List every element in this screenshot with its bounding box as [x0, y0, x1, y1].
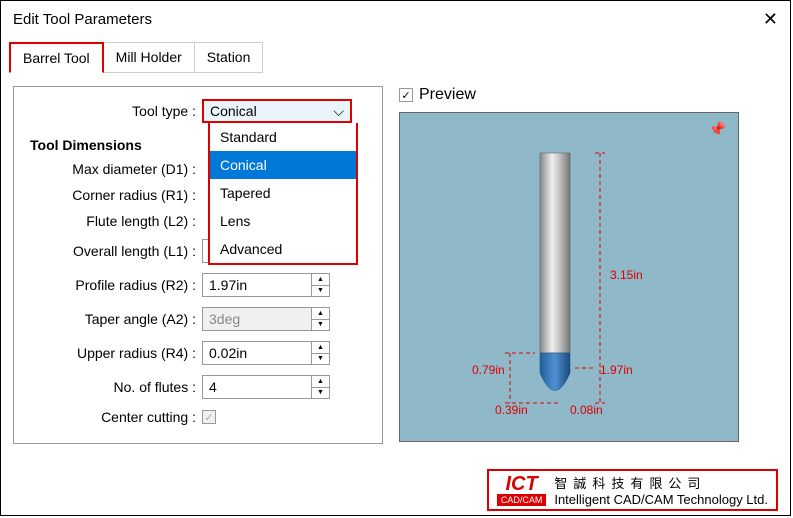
- option-advanced[interactable]: Advanced: [210, 235, 356, 263]
- flute-length-label: Flute length (L2) :: [22, 213, 202, 229]
- up-icon[interactable]: ▲: [312, 274, 329, 286]
- taper-angle-label: Taper angle (A2) :: [22, 311, 202, 327]
- preview-toggle-row: ✓ Preview: [399, 86, 778, 104]
- parameters-panel: Tool type : Conical ⌵ Standard Conical T…: [13, 86, 383, 444]
- logo-watermark: ICT CAD/CAM 智誠科技有限公司 Intelligent CAD/CAM…: [487, 469, 778, 511]
- window-title: Edit Tool Parameters: [13, 11, 152, 28]
- tab-station[interactable]: Station: [194, 42, 264, 73]
- tab-mill-holder[interactable]: Mill Holder: [103, 42, 195, 73]
- profile-radius-spinner[interactable]: ▲▼: [312, 273, 330, 297]
- tool-preview-svg: [400, 113, 740, 443]
- close-icon[interactable]: ✕: [763, 9, 778, 30]
- center-cutting-row: Center cutting : ✓: [22, 409, 374, 425]
- dim-lower2: 0.08in: [570, 403, 603, 417]
- dim-profile: 1.97in: [600, 363, 633, 377]
- up-icon[interactable]: ▲: [312, 342, 329, 354]
- tool-type-label: Tool type :: [22, 103, 202, 119]
- option-tapered[interactable]: Tapered: [210, 179, 356, 207]
- dim-height: 3.15in: [610, 268, 643, 282]
- content-area: Tool type : Conical ⌵ Standard Conical T…: [1, 78, 790, 452]
- logo-ict: ICT: [505, 474, 537, 494]
- upper-radius-spinner[interactable]: ▲▼: [312, 341, 330, 365]
- tool-type-row: Tool type : Conical ⌵ Standard Conical T…: [22, 99, 374, 123]
- preview-viewport[interactable]: 📌: [399, 112, 739, 442]
- overall-length-label: Overall length (L1) :: [22, 243, 202, 259]
- no-flutes-row: No. of flutes : ▲▼: [22, 375, 374, 399]
- option-standard[interactable]: Standard: [210, 123, 356, 151]
- upper-radius-input[interactable]: [202, 341, 312, 365]
- no-flutes-input[interactable]: [202, 375, 312, 399]
- down-icon[interactable]: ▼: [312, 320, 329, 331]
- option-conical[interactable]: Conical: [210, 151, 356, 179]
- logo-cn: 智誠科技有限公司: [554, 473, 768, 492]
- preview-checkbox[interactable]: ✓: [399, 88, 413, 102]
- up-icon[interactable]: ▲: [312, 376, 329, 388]
- center-cutting-checkbox: ✓: [202, 410, 216, 424]
- no-flutes-label: No. of flutes :: [22, 379, 202, 395]
- titlebar: Edit Tool Parameters ✕: [1, 1, 790, 38]
- dialog-window: Edit Tool Parameters ✕ Barrel Tool Mill …: [0, 0, 791, 516]
- option-lens[interactable]: Lens: [210, 207, 356, 235]
- logo-en: Intelligent CAD/CAM Technology Ltd.: [554, 492, 768, 507]
- dim-lower1: 0.39in: [495, 403, 528, 417]
- profile-radius-input[interactable]: [202, 273, 312, 297]
- down-icon[interactable]: ▼: [312, 286, 329, 297]
- tool-type-options: Standard Conical Tapered Lens Advanced: [208, 123, 358, 265]
- chevron-down-icon: ⌵: [333, 103, 344, 120]
- down-icon[interactable]: ▼: [312, 354, 329, 365]
- taper-angle-spinner[interactable]: ▲▼: [312, 307, 330, 331]
- profile-radius-label: Profile radius (R2) :: [22, 277, 202, 293]
- upper-radius-row: Upper radius (R4) : ▲▼: [22, 341, 374, 365]
- no-flutes-spinner[interactable]: ▲▼: [312, 375, 330, 399]
- preview-label: Preview: [419, 86, 476, 104]
- dim-flute: 0.79in: [472, 363, 505, 377]
- tool-type-dropdown[interactable]: Conical ⌵: [202, 99, 352, 123]
- tab-barrel-tool[interactable]: Barrel Tool: [9, 42, 104, 73]
- corner-radius-label: Corner radius (R1) :: [22, 187, 202, 203]
- tool-type-value: Conical: [210, 103, 257, 119]
- tab-bar: Barrel Tool Mill Holder Station: [1, 38, 790, 78]
- down-icon[interactable]: ▼: [312, 388, 329, 399]
- upper-radius-label: Upper radius (R4) :: [22, 345, 202, 361]
- taper-angle-row: Taper angle (A2) : ▲▼: [22, 307, 374, 331]
- logo-sub: CAD/CAM: [497, 494, 547, 506]
- taper-angle-input: [202, 307, 312, 331]
- profile-radius-row: Profile radius (R2) : ▲▼: [22, 273, 374, 297]
- preview-panel: ✓ Preview 📌: [399, 86, 778, 444]
- center-cutting-label: Center cutting :: [22, 409, 202, 425]
- max-diameter-label: Max diameter (D1) :: [22, 161, 202, 177]
- up-icon[interactable]: ▲: [312, 308, 329, 320]
